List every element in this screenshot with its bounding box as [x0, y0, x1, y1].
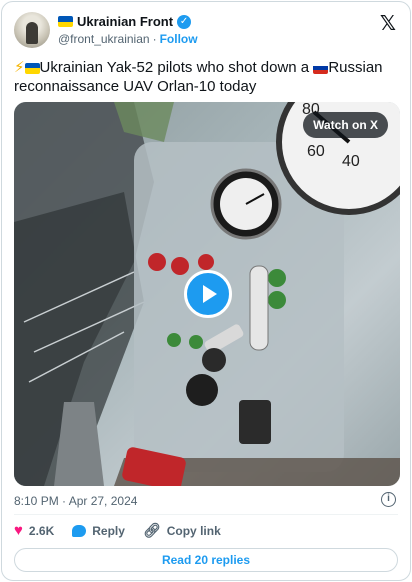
tweet-timestamp[interactable]: 8:10 PM · Apr 27, 2024 [14, 494, 137, 508]
video-player[interactable]: 80 60 40 Watch on X [14, 102, 400, 486]
author-handle-row: @front_ukrainian · Follow [58, 32, 198, 46]
ukraine-flag-icon [58, 16, 73, 27]
copy-link-button[interactable]: 🔗︎ Copy link [143, 522, 221, 539]
author-display-name[interactable]: Ukrainian Front [77, 14, 173, 29]
reply-icon [72, 524, 87, 537]
like-button[interactable]: ♥ 2.6K [14, 522, 54, 539]
reply-button[interactable]: Reply [72, 524, 125, 538]
russia-flag-icon [313, 62, 329, 74]
watch-on-x-button[interactable]: Watch on X [303, 112, 388, 138]
ukraine-flag-icon [24, 62, 40, 74]
action-bar: ♥ 2.6K Reply 🔗︎ Copy link [14, 522, 221, 539]
gauge-number: 40 [342, 153, 360, 170]
bolt-icon: ⚡ [14, 59, 25, 76]
x-logo-icon[interactable]: 𝕏 [380, 14, 396, 34]
copy-link-label: Copy link [166, 523, 221, 538]
verified-icon: ✓ [177, 14, 192, 29]
avatar[interactable] [14, 12, 50, 48]
follow-button[interactable]: Follow [160, 32, 198, 46]
tweet-card: Ukrainian Front ✓ @front_ukrainian · Follo… [1, 1, 411, 581]
link-icon: 🔗︎ [142, 522, 161, 538]
separator-dot: · [152, 32, 157, 46]
read-replies-button[interactable]: Read 20 replies [14, 548, 398, 572]
tweet-text-part1: Ukrainian Yak-52 pilots who shot down a [39, 59, 314, 76]
heart-icon: ♥ [14, 522, 23, 539]
reply-label: Reply [92, 523, 125, 538]
author-name-row[interactable]: Ukrainian Front ✓ [58, 14, 192, 29]
gauge-number: 60 [307, 143, 325, 160]
divider [14, 514, 398, 515]
info-icon[interactable]: i [381, 492, 396, 507]
author-handle[interactable]: @front_ukrainian [58, 32, 150, 46]
play-icon[interactable] [184, 270, 232, 318]
tweet-text: ⚡ Ukrainian Yak-52 pilots who shot down a… [14, 58, 402, 96]
like-count: 2.6K [28, 523, 55, 538]
tweet-header: Ukrainian Front ✓ @front_ukrainian · Follo… [14, 12, 398, 52]
